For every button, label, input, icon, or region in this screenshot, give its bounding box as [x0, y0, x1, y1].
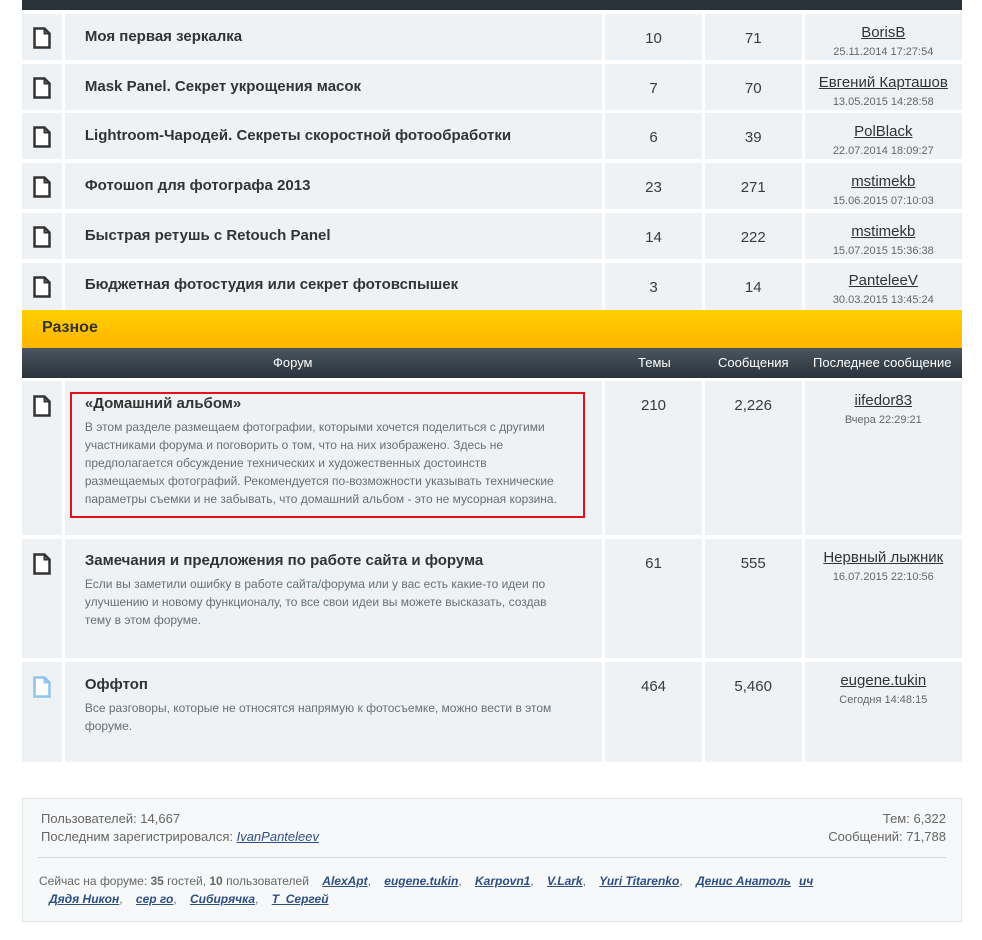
online-line: Сейчас на форуме: 35 гостей, 10 пользова…: [39, 874, 814, 888]
posts-total: Сообщений: 71,788: [828, 829, 946, 844]
online-user[interactable]: Денис Анатоль: [696, 874, 791, 888]
topics-count: 210: [641, 397, 667, 414]
forum-row: Моя первая зеркалка 10 71 BorisB 25.11.20…: [22, 14, 963, 60]
guests-count: 35: [150, 874, 164, 888]
users-word: пользователей: [222, 874, 309, 888]
forum-row: Бюджетная фотостудия или секрет фотовспы…: [22, 263, 963, 310]
topics-count: 464: [641, 678, 667, 695]
posts-count: 70: [744, 80, 762, 97]
forum-title[interactable]: Моя первая зеркалка: [85, 28, 242, 45]
last-registered-user[interactable]: IvanPanteleev: [237, 829, 319, 844]
forum-row: Замечания и предложения по работе сайта …: [22, 539, 963, 658]
topics-count: 14: [645, 229, 662, 246]
document-icon: [33, 395, 51, 417]
header-topics: Темы: [638, 355, 671, 370]
last-post-date: 15.07.2015 15:36:38: [832, 245, 934, 257]
online-user[interactable]: Т_Сергей: [272, 892, 329, 906]
users-count: Пользователей: 14,667: [41, 811, 181, 826]
document-icon: [33, 77, 51, 99]
last-post-date: 25.11.2014 17:27:54: [833, 46, 934, 58]
document-icon: [33, 27, 51, 49]
topics-count: 7: [649, 80, 658, 97]
document-icon: [33, 126, 51, 148]
last-post-user[interactable]: mstimekb: [805, 173, 962, 190]
online-user[interactable]: ич: [799, 874, 813, 888]
topics-count: 23: [645, 179, 662, 196]
forum-description: Если вы заметили ошибку в работе сайта/ф…: [84, 577, 547, 627]
top-bar: [22, 0, 962, 14]
last-post-date: Вчера 22:29:21: [844, 414, 922, 426]
forum-row: Фотошоп для фотографа 2013 23 271 mstime…: [22, 163, 963, 209]
forum-row: Mask Panel. Секрет укрощения масок 7 70 …: [22, 64, 963, 110]
highlight-box: [70, 392, 585, 518]
last-post-date: Сегодня 14:48:15: [839, 694, 928, 706]
last-post-user[interactable]: Евгений Карташов: [805, 74, 962, 91]
last-post-user[interactable]: eugene.tukin: [805, 672, 962, 689]
last-post-date: 22.07.2014 18:09:27: [832, 145, 934, 157]
online-user[interactable]: Karpovn1: [475, 874, 530, 888]
online-user[interactable]: Дядя Никон: [49, 892, 119, 906]
online-prefix: Сейчас на форуме:: [39, 874, 151, 888]
topics-count: 3: [649, 279, 658, 296]
posts-count: 39: [744, 129, 762, 146]
document-icon: [33, 176, 51, 198]
online-user[interactable]: Сибирячка: [190, 892, 255, 906]
category-header: Разное: [22, 310, 962, 348]
document-icon: [33, 226, 51, 248]
category-title[interactable]: Разное: [42, 319, 98, 337]
forum-title[interactable]: Замечания и предложения по работе сайта …: [85, 552, 602, 569]
header-forum: Форум: [273, 355, 313, 370]
topics-count: 61: [645, 555, 662, 572]
last-post-user[interactable]: BorisB: [805, 24, 962, 41]
forum-row: Оффтоп Все разговоры, которые не относят…: [22, 662, 963, 762]
stats-panel: Пользователей: 14,667 Последним зарегист…: [22, 798, 962, 922]
last-registered-label: Последним зарегистрировался:: [41, 829, 233, 844]
online-user[interactable]: V.Lark: [547, 874, 583, 888]
document-icon: [33, 553, 51, 575]
forum-title[interactable]: Оффтоп: [85, 676, 602, 693]
fade-overlay: [831, 869, 961, 909]
posts-count: 222: [740, 229, 766, 246]
table-header: Форум Темы Сообщения Последнее сообщение: [22, 348, 962, 378]
topics-count: 10: [645, 30, 662, 47]
posts-count: 271: [740, 179, 766, 196]
topics-count: 6: [649, 129, 658, 146]
online-line-2: Дядя Никон, сер го, Сибирячка, Т_Сергей: [49, 892, 329, 906]
guests-word: гостей,: [163, 874, 210, 888]
header-posts: Сообщения: [718, 355, 789, 370]
document-new-icon: [33, 676, 51, 698]
last-post-date: 15.06.2015 07:10:03: [832, 195, 934, 207]
online-user[interactable]: AlexApt: [322, 874, 367, 888]
forum-title[interactable]: Фотошоп для фотографа 2013: [85, 177, 311, 194]
last-post-date: 16.07.2015 22:10:56: [832, 571, 934, 583]
header-last-post: Последнее сообщение: [813, 355, 952, 370]
online-user[interactable]: сер го: [136, 892, 173, 906]
forum-row: Lightroom-Чародей. Секреты скоростной фо…: [22, 113, 963, 159]
forum-row: Быстрая ретушь с Retouch Panel 14 222 ms…: [22, 213, 963, 259]
online-users-count: 10: [209, 874, 223, 888]
forum-title[interactable]: Быстрая ретушь с Retouch Panel: [85, 227, 331, 244]
posts-count: 14: [744, 279, 762, 296]
last-post-user[interactable]: mstimekb: [805, 223, 962, 240]
forum-title[interactable]: Бюджетная фотостудия или секрет фотовспы…: [85, 276, 458, 293]
forum-description: Все разговоры, которые не относятся напр…: [84, 701, 552, 733]
forum-title[interactable]: Mask Panel. Секрет укрощения масок: [85, 78, 361, 95]
posts-count: 71: [744, 30, 762, 47]
divider: [38, 857, 946, 858]
last-post-user[interactable]: PolBlack: [805, 123, 962, 140]
last-post-user[interactable]: Нервный лыжник: [805, 549, 962, 566]
posts-count: 555: [740, 555, 766, 572]
posts-count: 5,460: [734, 678, 772, 695]
last-post-user[interactable]: PanteleeV: [805, 272, 962, 289]
last-post-date: 30.03.2015 13:45:24: [832, 294, 934, 306]
last-post-date: 13.05.2015 14:28:58: [832, 96, 934, 108]
document-icon: [33, 276, 51, 298]
forum-title[interactable]: Lightroom-Чародей. Секреты скоростной фо…: [85, 127, 511, 144]
topics-total: Тем: 6,322: [882, 811, 946, 826]
last-post-user[interactable]: iifedor83: [805, 392, 962, 409]
online-user[interactable]: Yuri Titarenko: [599, 874, 679, 888]
last-registered: Последним зарегистрировался: IvanPantele…: [41, 829, 319, 844]
online-user[interactable]: eugene.tukin: [384, 874, 458, 888]
posts-count: 2,226: [734, 397, 772, 414]
